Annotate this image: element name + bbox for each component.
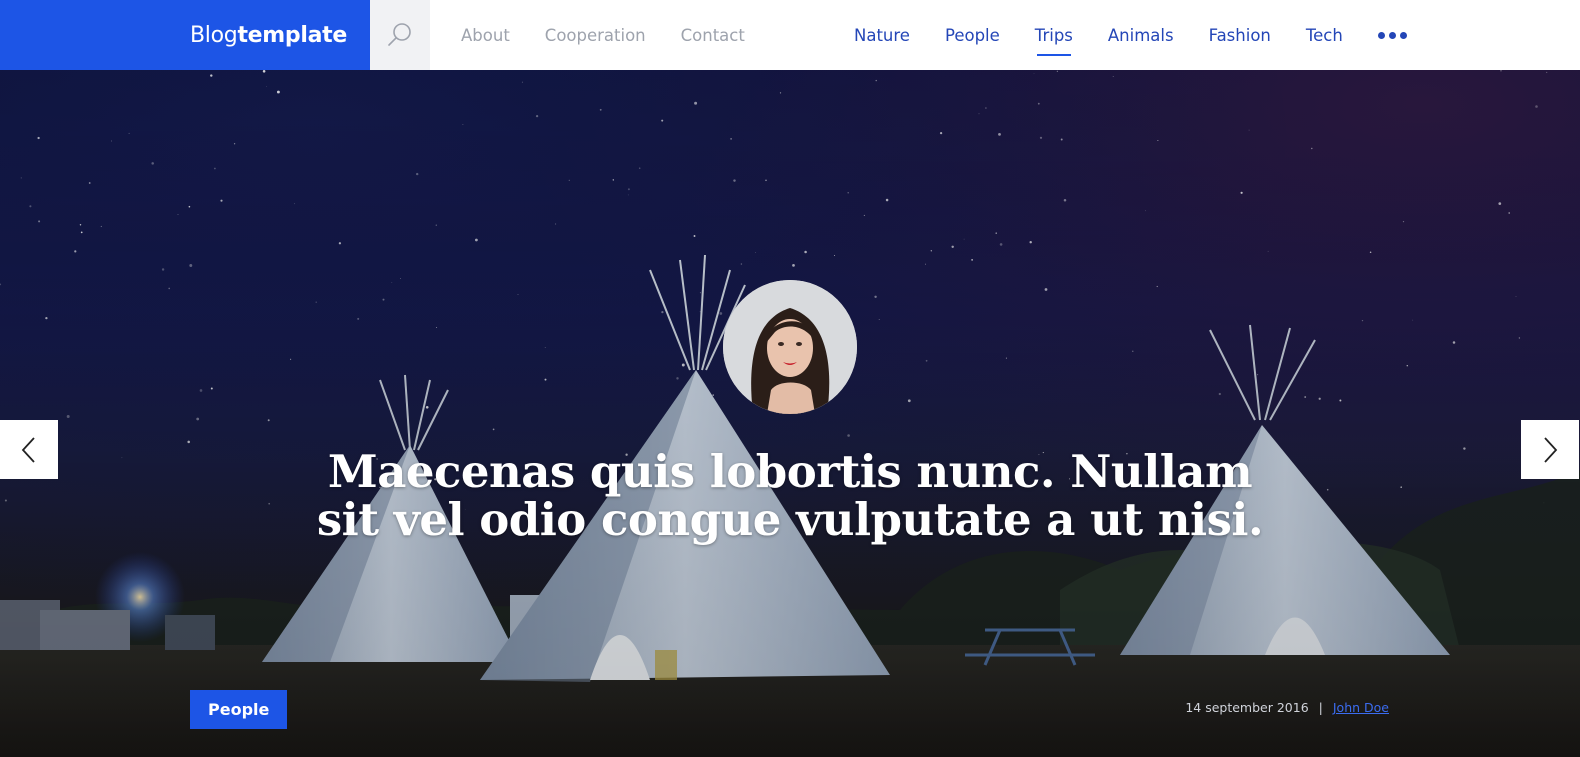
prev-slide-button[interactable] xyxy=(0,420,58,479)
brand-name-bold: template xyxy=(237,22,347,48)
category-link-tech[interactable]: Tech xyxy=(1306,0,1343,70)
brand-logo[interactable]: Blog template xyxy=(0,0,370,70)
post-date: 14 september 2016 xyxy=(1185,700,1309,715)
search-button[interactable] xyxy=(370,0,430,70)
post-meta: 14 september 2016 | John Doe xyxy=(1185,700,1389,715)
category-link-animals[interactable]: Animals xyxy=(1108,0,1174,70)
category-link-nature[interactable]: Nature xyxy=(854,0,910,70)
chevron-right-icon xyxy=(1544,436,1558,463)
meta-separator: | xyxy=(1318,700,1323,715)
post-headline[interactable]: Maecenas quis lobortis nunc. Nullam sit … xyxy=(290,448,1290,544)
secondary-nav: About Cooperation Contact xyxy=(461,0,780,70)
category-link-fashion[interactable]: Fashion xyxy=(1209,0,1271,70)
next-slide-button[interactable] xyxy=(1521,420,1579,479)
category-badge[interactable]: People xyxy=(190,690,288,729)
category-link-people[interactable]: People xyxy=(945,0,1000,70)
author-avatar[interactable] xyxy=(723,280,857,414)
site-header: Blog template About Cooperation Contact N… xyxy=(0,0,1580,70)
search-icon xyxy=(388,23,411,46)
nav-link-about[interactable]: About xyxy=(461,26,510,45)
brand-name-light: Blog xyxy=(190,22,238,48)
category-link-trips[interactable]: Trips xyxy=(1035,0,1073,70)
author-photo xyxy=(723,280,857,414)
more-dots-icon[interactable] xyxy=(1377,0,1407,70)
hero-slider: Maecenas quis lobortis nunc. Nullam sit … xyxy=(0,70,1580,757)
chevron-left-icon xyxy=(21,436,35,463)
category-nav: Nature People Trips Animals Fashion Tech xyxy=(854,0,1407,70)
nav-link-cooperation[interactable]: Cooperation xyxy=(545,26,646,45)
nav-link-contact[interactable]: Contact xyxy=(681,26,745,45)
author-link[interactable]: John Doe xyxy=(1333,700,1389,715)
